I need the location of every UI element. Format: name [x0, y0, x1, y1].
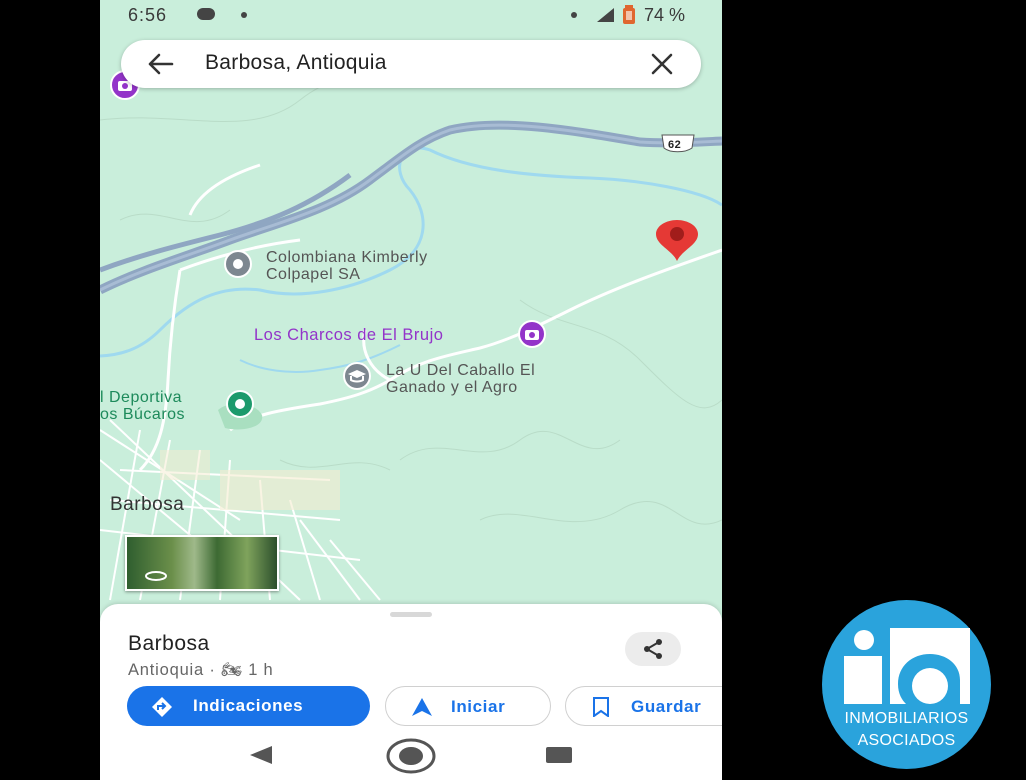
directions-label: Indicaciones — [193, 696, 304, 715]
poi-label-charcos[interactable]: Los Charcos de El Brujo — [254, 327, 443, 344]
notification-dot — [241, 12, 247, 18]
close-icon[interactable] — [649, 51, 675, 77]
nav-back-icon[interactable] — [248, 745, 274, 765]
poi-label-kimberly[interactable]: Colombiana Kimberly Colpapel SA — [266, 249, 428, 283]
phone-screen: 62 Colombiana Kimberly Colpapel SA Los C… — [100, 0, 722, 780]
town-label[interactable]: Barbosa — [110, 495, 184, 514]
poi-label-caballo[interactable]: La U Del Caballo El Ganado y el Agro — [386, 362, 535, 396]
school-poi-icon[interactable] — [336, 362, 378, 390]
save-button[interactable]: Guardar — [565, 686, 722, 726]
factory-poi-icon[interactable] — [218, 250, 258, 278]
battery-percent: 74 % — [644, 5, 686, 25]
signal-icon — [597, 8, 614, 22]
directions-button[interactable]: Indicaciones — [127, 686, 370, 726]
directions-icon — [152, 697, 172, 717]
system-nav-bar — [100, 735, 722, 780]
poi-label-deportiva[interactable]: l Deportiva os Búcaros — [100, 389, 185, 423]
sports-poi-icon[interactable] — [220, 390, 260, 420]
nav-recents-icon[interactable] — [545, 746, 573, 764]
map-canvas[interactable] — [100, 0, 722, 620]
camera-poi-icon[interactable] — [512, 320, 552, 348]
street-view-thumbnail[interactable] — [125, 535, 279, 591]
route-shield-label: 62 — [668, 139, 682, 151]
location-pin-icon[interactable] — [654, 220, 700, 262]
search-bar[interactable]: Barbosa, Antioquia — [121, 40, 701, 88]
save-label: Guardar — [631, 697, 702, 716]
status-bar: 6:56 74 % — [100, 0, 722, 32]
place-subtitle: Antioquia · 🏍 1 h — [128, 661, 274, 679]
notification-dot — [571, 12, 577, 18]
share-button[interactable] — [625, 632, 681, 666]
logo-line2: ASOCIADOS — [857, 732, 956, 749]
bookmark-icon — [593, 697, 609, 717]
logo-line1: INMOBILIARIOS — [844, 710, 969, 727]
place-title: Barbosa — [128, 632, 210, 655]
street-view-rotate-icon — [145, 571, 167, 581]
company-logo: INMOBILIARIOS ASOCIADOS — [822, 600, 991, 769]
start-label: Iniciar — [451, 697, 506, 716]
logo-mark-icon — [844, 628, 970, 704]
chat-icon — [197, 8, 215, 20]
sheet-drag-handle[interactable] — [390, 612, 432, 617]
share-icon — [644, 639, 662, 659]
back-arrow-icon[interactable] — [145, 50, 175, 78]
nav-home-icon[interactable] — [386, 738, 436, 774]
search-query[interactable]: Barbosa, Antioquia — [205, 51, 387, 75]
battery-icon — [623, 5, 635, 24]
start-button[interactable]: Iniciar — [385, 686, 551, 726]
clock: 6:56 — [128, 5, 168, 25]
navigation-icon — [412, 698, 432, 716]
